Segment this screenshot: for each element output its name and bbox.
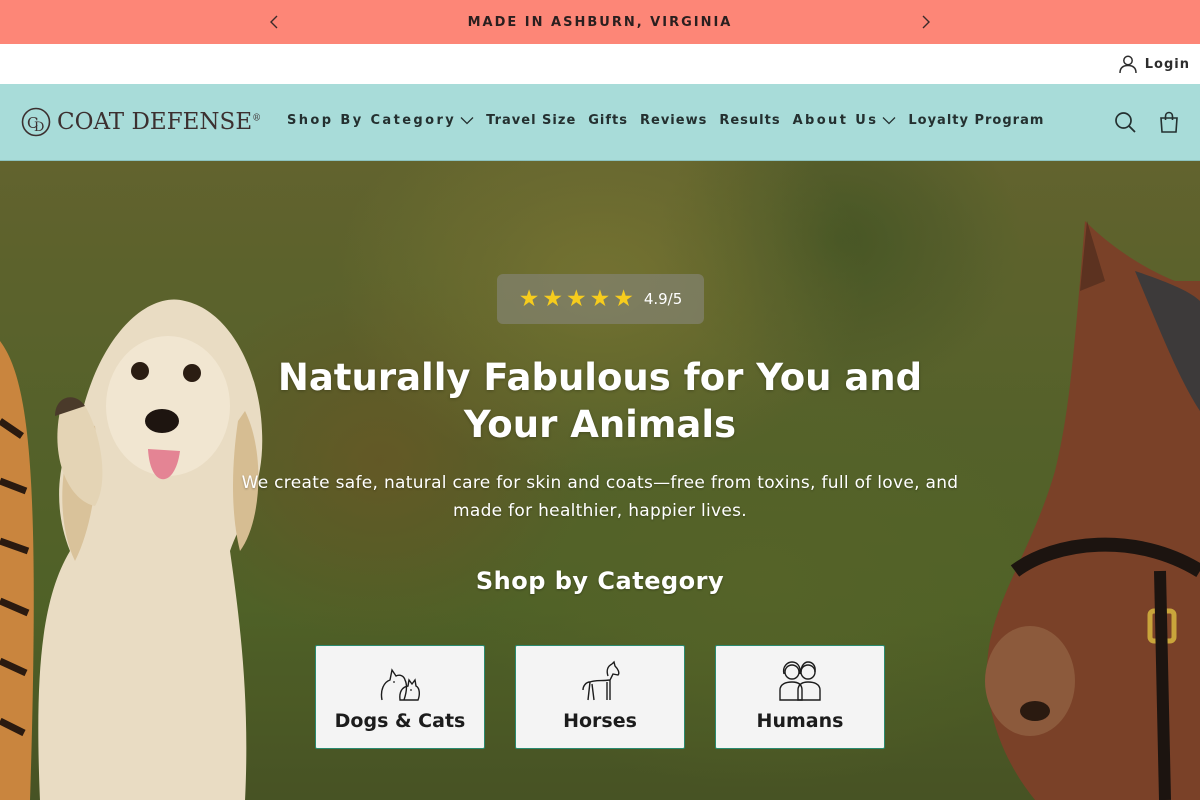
search-icon[interactable] bbox=[1114, 111, 1136, 133]
people-icon bbox=[779, 661, 821, 701]
rating-stars: ★ ★ ★ ★ ★ bbox=[518, 285, 634, 312]
star-icon: ★ bbox=[565, 285, 587, 312]
nav-label: Gifts bbox=[588, 113, 628, 128]
category-card-humans[interactable]: Humans bbox=[715, 645, 885, 749]
nav-results[interactable]: Results bbox=[719, 113, 780, 128]
star-icon: ★ bbox=[518, 285, 540, 312]
nav-shop-by-category[interactable]: Shop By Category bbox=[287, 113, 474, 128]
dog-cat-icon bbox=[380, 668, 421, 701]
login-label: Login bbox=[1144, 56, 1190, 72]
category-card-horses[interactable]: Horses bbox=[515, 645, 685, 749]
rating-badge: ★ ★ ★ ★ ★ 4.9/5 bbox=[497, 274, 704, 324]
star-icon: ★ bbox=[542, 285, 563, 312]
nav-travel-size[interactable]: Travel Size bbox=[486, 113, 576, 128]
logo-text: COAT DEFENSE® bbox=[57, 109, 262, 135]
nav-label: Shop By Category bbox=[287, 113, 457, 128]
logo[interactable]: C D COAT DEFENSE® bbox=[21, 106, 261, 138]
header-icons bbox=[1114, 111, 1180, 133]
hero-title: Naturally Fabulous for You and Your Anim… bbox=[277, 356, 923, 446]
nav-loyalty-program[interactable]: Loyalty Program bbox=[908, 113, 1044, 128]
chevron-down-icon bbox=[460, 117, 474, 125]
announcement-text: MADE IN ASHBURN, VIRGINIA bbox=[467, 14, 733, 30]
utility-bar: Login bbox=[0, 44, 1200, 84]
nav-gifts[interactable]: Gifts bbox=[588, 113, 628, 128]
shopping-bag-icon[interactable] bbox=[1158, 111, 1180, 133]
nav-label: Travel Size bbox=[486, 113, 577, 128]
login-link[interactable]: Login bbox=[1118, 54, 1190, 74]
category-card-dogs-cats[interactable]: Dogs & Cats bbox=[315, 645, 485, 749]
category-label: Dogs & Cats bbox=[334, 710, 466, 732]
nav-label: Results bbox=[719, 113, 781, 128]
chevron-down-icon bbox=[882, 117, 896, 125]
main-nav: Shop By Category Travel Size Gifts Revie… bbox=[287, 113, 1044, 128]
rating-value: 4.9/5 bbox=[643, 290, 683, 308]
nav-label: Loyalty Program bbox=[908, 113, 1045, 128]
nav-label: Reviews bbox=[640, 113, 708, 128]
nav-about-us[interactable]: About Us bbox=[793, 113, 897, 128]
chevron-right-icon[interactable] bbox=[916, 12, 936, 32]
star-icon: ★ bbox=[589, 285, 611, 312]
hero-section: ★ ★ ★ ★ ★ 4.9/5 Naturally Fabulous for You a… bbox=[0, 161, 1200, 800]
nav-reviews[interactable]: Reviews bbox=[640, 113, 707, 128]
shop-by-category-heading: Shop by Category bbox=[475, 567, 725, 595]
nav-label: About Us bbox=[792, 113, 879, 128]
user-icon bbox=[1119, 55, 1137, 74]
announcement-bar: MADE IN ASHBURN, VIRGINIA bbox=[0, 0, 1200, 44]
chevron-left-icon[interactable] bbox=[264, 12, 284, 32]
horse-icon bbox=[582, 660, 620, 701]
svg-text:D: D bbox=[34, 120, 44, 135]
site-header: C D COAT DEFENSE® Shop By Category Trave… bbox=[0, 84, 1200, 161]
category-label: Humans bbox=[756, 710, 844, 732]
category-label: Horses bbox=[563, 710, 637, 732]
hero-subtitle: We create safe, natural care for skin an… bbox=[241, 473, 959, 521]
logo-mark-icon: C D bbox=[21, 107, 51, 137]
star-icon: ★ bbox=[613, 285, 634, 312]
